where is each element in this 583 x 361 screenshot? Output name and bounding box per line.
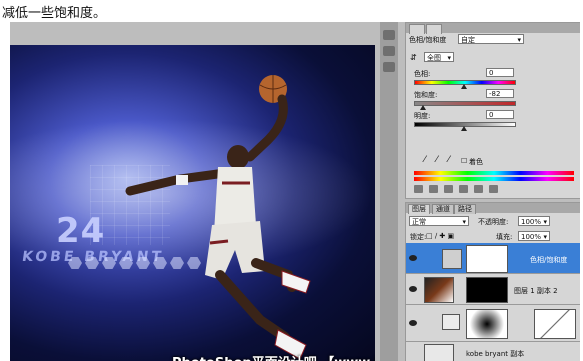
tab-adjustments[interactable] <box>409 24 425 34</box>
fill-field[interactable]: 100% <box>518 231 550 242</box>
layer-row[interactable]: 色相/饱和度 <box>406 243 580 274</box>
spectrum-bar-bottom <box>414 177 574 181</box>
layer-row[interactable] <box>406 305 580 342</box>
hue-slider-thumb[interactable] <box>461 84 467 89</box>
visibility-icon[interactable] <box>444 185 453 193</box>
layers-panel: 图层 通道 路径 正常 不透明度: 100% 锁定: □ ∕ ✚ ▣ 填充: 1… <box>405 202 580 361</box>
saturation-value-field[interactable]: -82 <box>486 89 514 98</box>
reset-icon[interactable] <box>459 185 468 193</box>
layer-mask-thumbnail <box>466 277 508 303</box>
lock-icons[interactable]: □ ∕ ✚ ▣ <box>426 232 454 240</box>
eyedropper-plus-icon[interactable]: ⁄ <box>436 155 438 165</box>
colorize-checkbox[interactable]: ☐ <box>461 157 467 165</box>
tab-layers[interactable]: 图层 <box>408 204 430 214</box>
watermark-text: PhotoShop平面设计吧 【www.linecg.com/tieba/178… <box>172 352 375 361</box>
view-previous-icon[interactable] <box>474 185 483 193</box>
opacity-label: 不透明度: <box>478 218 509 226</box>
photoshop-screenshot: 24 KOBE BRYANT <box>10 22 580 361</box>
lightness-value-field[interactable]: 0 <box>486 110 514 119</box>
layer-thumbnail <box>424 344 454 361</box>
back-icon[interactable] <box>414 185 423 193</box>
lock-label: 锁定: <box>410 233 427 241</box>
preset-select[interactable]: 自定 <box>458 34 524 45</box>
visibility-eye-icon[interactable] <box>409 286 417 292</box>
layer-thumbnail <box>424 277 454 303</box>
spectrum-bar-top <box>414 171 574 175</box>
layer-name: kobe bryant 副本 <box>466 350 525 358</box>
colorize-label: 着色 <box>469 158 483 166</box>
layer-mask-thumbnail <box>466 309 508 339</box>
hue-label: 色相: <box>414 70 431 78</box>
adjustment-icon <box>442 314 460 330</box>
adjustments-footer-icons <box>414 185 498 193</box>
delete-icon[interactable] <box>489 185 498 193</box>
layer-mask-thumbnail <box>534 309 576 339</box>
panel-dock <box>380 22 398 361</box>
lightness-slider-thumb[interactable] <box>461 126 467 131</box>
layer-name: 图层 1 副本 2 <box>514 287 558 295</box>
channel-select[interactable]: 全图 <box>424 52 454 63</box>
document-canvas[interactable]: 24 KOBE BRYANT <box>10 45 375 361</box>
eyedropper-icon[interactable]: ⁄ <box>424 155 426 165</box>
panel-icon[interactable] <box>383 30 395 40</box>
panel-icon[interactable] <box>383 46 395 56</box>
saturation-label: 饱和度: <box>414 91 438 99</box>
tab-paths[interactable]: 路径 <box>454 204 476 214</box>
lightness-label: 明度: <box>414 112 431 120</box>
visibility-eye-icon[interactable] <box>409 255 417 261</box>
adjustment-icon <box>442 249 462 269</box>
player-dunk-image <box>125 75 311 360</box>
layers-tabbar: 图层 通道 路径 <box>406 203 580 214</box>
layer-mask-thumbnail <box>466 245 508 273</box>
layer-name: 色相/饱和度 <box>530 256 568 264</box>
adjustments-panel: 色相/饱和度 自定 ⇵ 全图 色相: 0 饱和度: -82 明度: 0 ⁄ ⁄ … <box>405 22 580 199</box>
caption-text: 减低一些饱和度。 <box>2 6 107 21</box>
adjustment-title: 色相/饱和度 <box>409 36 447 44</box>
blend-mode-select[interactable]: 正常 <box>409 216 469 227</box>
saturation-slider-thumb[interactable] <box>420 105 426 110</box>
saturation-slider[interactable] <box>414 101 516 106</box>
visibility-eye-icon[interactable] <box>409 320 417 326</box>
adjustments-tabbar <box>406 23 580 34</box>
layer-row[interactable]: kobe bryant 副本 <box>406 342 580 361</box>
eyedropper-minus-icon[interactable]: ⁄ <box>448 155 450 165</box>
hue-value-field[interactable]: 0 <box>486 68 514 77</box>
fill-label: 填充: <box>496 233 513 241</box>
panel-icon[interactable] <box>383 62 395 72</box>
tab-channels[interactable]: 通道 <box>432 204 454 214</box>
jersey-number-24: 24 <box>56 211 106 251</box>
clip-icon[interactable] <box>429 185 438 193</box>
layer-row[interactable]: 图层 1 副本 2 <box>406 274 580 305</box>
tab-masks[interactable] <box>426 24 442 34</box>
opacity-field[interactable]: 100% <box>518 216 550 227</box>
hand-tool-icon[interactable]: ⇵ <box>410 53 417 62</box>
